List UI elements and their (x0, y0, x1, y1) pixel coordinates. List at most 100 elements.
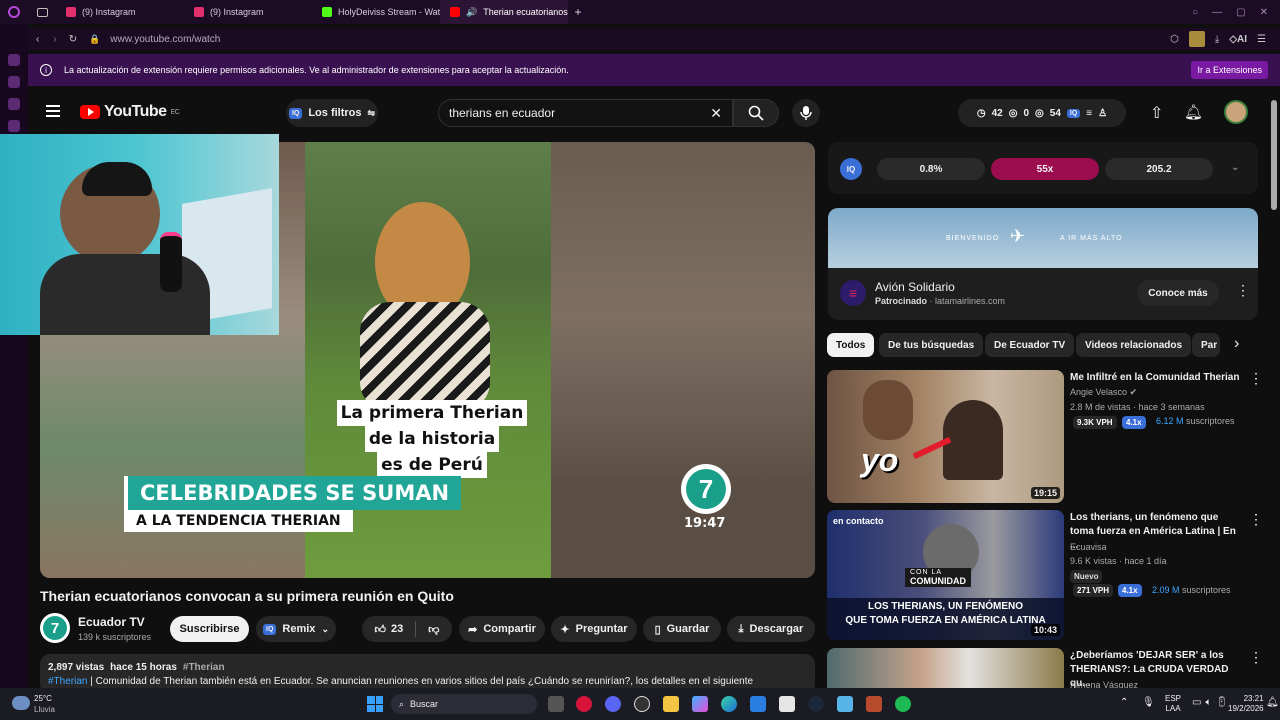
bookmark-icon: ▯ (654, 623, 661, 636)
keyboard-language[interactable]: ESP LAA (1165, 694, 1181, 714)
recommendation-thumbnail[interactable] (827, 648, 1064, 688)
save-button[interactable]: ▯ Guardar (643, 616, 721, 642)
close-window-button[interactable]: ✕ (1260, 7, 1268, 18)
search-tabs-icon[interactable]: ○ (1192, 7, 1198, 18)
notification-center-icon[interactable]: 🔔︎ (1266, 697, 1279, 708)
ad-cta-button[interactable]: Conoce más (1137, 280, 1219, 306)
sidebar-bag-icon[interactable] (8, 76, 20, 88)
file-explorer-icon[interactable] (663, 696, 679, 712)
task-view-icon[interactable] (548, 696, 564, 712)
create-upload-icon[interactable]: ⇧ (1150, 103, 1163, 123)
search-input[interactable]: therians en ecuador ✕ (438, 99, 733, 127)
filters-label: Los filtros (308, 107, 362, 119)
youtube-play-icon (80, 105, 100, 119)
download-icon[interactable]: ⤓ (1215, 34, 1219, 45)
channel-name[interactable]: Ecuador TV (78, 615, 145, 629)
taskbar-search-box[interactable]: ⌕ Buscar (391, 694, 537, 714)
stats-widget[interactable]: ◷ 42 ◎ 0 ◎ 54 IQ ≡ ♙ (958, 99, 1126, 127)
store-icon[interactable] (779, 696, 795, 712)
tab-kick-stream[interactable]: HolyDeiviss Stream - Wat (312, 0, 440, 24)
share-button[interactable]: ➦ Compartir (459, 616, 545, 642)
copilot-icon[interactable] (692, 696, 708, 712)
go-to-extensions-button[interactable]: Ir a Extensiones (1191, 61, 1268, 79)
download-button[interactable]: ⤓ Descargar (727, 616, 815, 642)
remix-button[interactable]: IQ Remix ⌄ (256, 616, 336, 642)
weather-icon[interactable] (12, 696, 30, 710)
edge-icon[interactable] (721, 696, 737, 712)
recommendation-thumbnail[interactable]: yo 19:15 (827, 370, 1064, 503)
chip-related[interactable]: Videos relacionados (1076, 333, 1192, 357)
tray-chevron-icon[interactable]: ⌃ (1120, 697, 1128, 708)
ad-more-icon[interactable]: ⋮ (1236, 282, 1250, 299)
recommendation-thumbnail[interactable]: en contacto CON LA COMUNIDAD LOS THERIAN… (827, 510, 1064, 640)
tab-instagram-1[interactable]: (9) Instagram (56, 0, 184, 24)
voice-search-button[interactable] (792, 99, 820, 127)
opera-gx-icon[interactable] (576, 696, 592, 712)
speaker-icon[interactable]: 🔊 (466, 7, 477, 18)
recommendation-more-icon[interactable]: ⋮ (1249, 511, 1263, 528)
minimize-button[interactable]: — (1212, 7, 1222, 18)
chip-from-channel[interactable]: De Ecuador TV (985, 333, 1075, 357)
sidebar-messenger-icon[interactable] (8, 98, 20, 110)
chip-more[interactable]: Par (1192, 333, 1220, 357)
new-tab-button[interactable]: + (568, 5, 588, 19)
account-avatar[interactable] (1224, 100, 1248, 124)
notifications-bell-icon[interactable]: 🔔︎ (1184, 103, 1203, 121)
extension-avatar-icon[interactable] (1188, 31, 1205, 47)
recommendation-channel[interactable]: Ximena Vásquez (1070, 680, 1138, 688)
url-field[interactable]: www.youtube.com/watch (110, 34, 220, 45)
hamburger-menu-icon[interactable] (46, 105, 60, 117)
chips-next-chevron-icon[interactable]: › (1234, 335, 1239, 353)
recommendation-more-icon[interactable]: ⋮ (1249, 649, 1263, 666)
discord-icon[interactable] (605, 696, 621, 712)
sidebar-whatsapp-icon[interactable] (8, 120, 20, 132)
youtube-logo[interactable]: YouTube EC (80, 103, 180, 121)
thumb-caption-line-2: QUE TOMA FUERZA EN AMÉRICA LATINA (845, 615, 1046, 626)
subscribe-button[interactable]: Suscribirse (170, 616, 249, 642)
hashtag-link[interactable]: #Therian (48, 676, 87, 687)
ask-button[interactable]: ✦ Preguntar (551, 616, 637, 642)
sponsored-ad-card[interactable]: BIENVENIDO ✈ A IR MÁS ALTO ≡ Avión Solid… (828, 208, 1258, 320)
back-button[interactable]: ‹ (36, 34, 39, 45)
start-windows-icon[interactable] (367, 696, 383, 712)
iq-expand-chevron-icon[interactable]: ⌄ (1231, 162, 1239, 173)
forward-button[interactable]: › (53, 34, 56, 45)
recommendation-channel[interactable]: Angie Velasco ✔︎ (1070, 387, 1137, 398)
scrollbar-thumb[interactable] (1271, 100, 1277, 210)
maximize-button[interactable]: ▢ (1236, 7, 1245, 18)
ad-title[interactable]: Avión Solidario (875, 280, 955, 294)
like-button[interactable]: 👍︎ 23 (375, 623, 404, 636)
channel-avatar[interactable]: 7 (40, 613, 70, 643)
tab-instagram-2[interactable]: (9) Instagram (184, 0, 312, 24)
obs-icon[interactable] (634, 696, 650, 712)
sidebar-speed-dial-icon[interactable] (8, 54, 20, 66)
extensions-icon[interactable]: ⬡ (1170, 34, 1179, 45)
mail-icon[interactable] (750, 696, 766, 712)
app-icon[interactable] (866, 696, 882, 712)
hashtag-link[interactable]: #Therian (183, 662, 225, 673)
filters-button[interactable]: IQ Los filtros ⇋ (286, 99, 378, 127)
clear-search-icon[interactable]: ✕ (710, 105, 722, 122)
page-scrollbar[interactable] (1271, 92, 1277, 688)
recommendation-more-icon[interactable]: ⋮ (1249, 370, 1263, 387)
browser-logo-icon[interactable] (0, 0, 28, 24)
weather-temp[interactable]: 25°C (34, 694, 52, 703)
aria-ai-button[interactable]: ◇AI (1229, 34, 1247, 45)
reload-button[interactable]: ↻ (69, 34, 77, 45)
tray-mic-icon[interactable]: 🎙︎ (1142, 697, 1155, 708)
tab-youtube-active[interactable]: 🔊 Therian ecuatorianos (440, 0, 568, 24)
spotify-icon[interactable] (895, 696, 911, 712)
recommendation-channel[interactable]: Ecuavisa (1070, 542, 1107, 552)
tab-list-icon[interactable] (28, 0, 56, 24)
notepad-icon[interactable] (837, 696, 853, 712)
chip-all[interactable]: Todos (827, 333, 875, 357)
chip-from-searches[interactable]: De tus búsquedas (879, 333, 984, 357)
search-button[interactable] (733, 99, 779, 127)
dislike-button[interactable]: 👎︎ (428, 623, 439, 636)
tray-network-volume[interactable]: ▭🔈︎🔋︎ (1192, 697, 1232, 708)
clock[interactable]: 23:21 19/2/2026 (1228, 694, 1264, 714)
steam-icon[interactable] (808, 696, 824, 712)
recommendation-title[interactable]: Me Infiltré en la Comunidad Therian (1070, 371, 1240, 385)
menu-icon[interactable]: ☰ (1257, 34, 1266, 45)
iq-badge[interactable]: IQ (840, 158, 862, 180)
